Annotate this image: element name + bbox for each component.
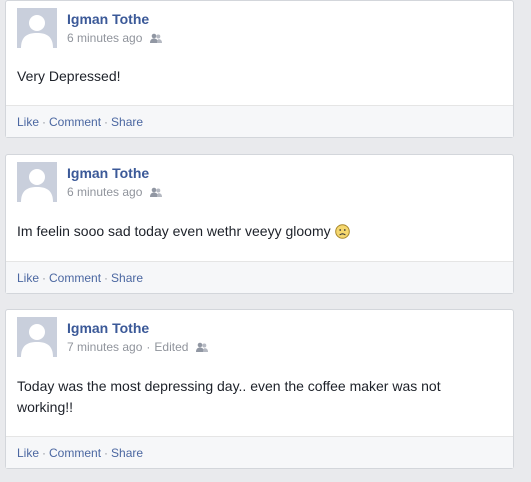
separator: · — [42, 270, 47, 285]
author-name[interactable]: Igman Tothe — [67, 320, 149, 336]
timestamp[interactable]: 6 minutes ago — [67, 31, 142, 45]
default-avatar-icon — [17, 162, 57, 202]
default-avatar-icon — [17, 8, 57, 48]
post-meta: 6 minutes ago — [67, 185, 163, 199]
post-actions: Like · Comment · Share — [6, 105, 513, 137]
timestamp[interactable]: 6 minutes ago — [67, 185, 142, 199]
post-meta: 6 minutes ago — [67, 31, 163, 45]
author-name[interactable]: Igman Tothe — [67, 11, 149, 27]
post-card: Igman Tothe 6 minutes ago Very Depressed… — [5, 0, 514, 138]
post-card: Igman Tothe 6 minutes ago Im feelin sooo… — [5, 154, 514, 294]
post-text-content: Very Depressed! — [17, 68, 121, 84]
like-link[interactable]: Like — [17, 446, 39, 460]
post-header: Igman Tothe 7 minutes ago · Edited — [6, 310, 513, 364]
post-actions: Like · Comment · Share — [6, 261, 513, 293]
friends-icon[interactable] — [150, 187, 163, 198]
like-link[interactable]: Like — [17, 271, 39, 285]
post-actions: Like · Comment · Share — [6, 436, 513, 468]
post-text-content: Im feelin sooo sad today even wethr veey… — [17, 223, 331, 239]
post-header: Igman Tothe 6 minutes ago — [6, 1, 513, 55]
share-link[interactable]: Share — [111, 115, 143, 129]
frown-emoticon-icon — [334, 224, 350, 239]
separator: · — [42, 114, 47, 129]
edited-label[interactable]: Edited — [154, 340, 188, 354]
comment-link[interactable]: Comment — [49, 271, 101, 285]
separator: · — [42, 445, 47, 460]
post-card: Igman Tothe 7 minutes ago · Edited Today… — [5, 309, 514, 469]
separator: · — [104, 114, 109, 129]
separator: · — [104, 445, 109, 460]
post-header: Igman Tothe 6 minutes ago — [6, 155, 513, 209]
share-link[interactable]: Share — [111, 271, 143, 285]
comment-link[interactable]: Comment — [49, 446, 101, 460]
friends-icon[interactable] — [150, 33, 163, 44]
default-avatar-icon — [17, 317, 57, 357]
post-text: Today was the most depressing day.. even… — [6, 376, 478, 418]
avatar[interactable] — [17, 317, 57, 357]
comment-link[interactable]: Comment — [49, 115, 101, 129]
timestamp[interactable]: 7 minutes ago — [67, 340, 142, 354]
separator: · — [104, 270, 109, 285]
like-link[interactable]: Like — [17, 115, 39, 129]
friends-icon[interactable] — [196, 342, 209, 353]
author-name[interactable]: Igman Tothe — [67, 165, 149, 181]
separator: · — [146, 340, 151, 354]
post-text: Im feelin sooo sad today even wethr veey… — [6, 221, 513, 242]
post-text-content: Today was the most depressing day.. even… — [17, 378, 441, 415]
avatar[interactable] — [17, 162, 57, 202]
post-text: Very Depressed! — [6, 66, 513, 87]
post-meta: 7 minutes ago · Edited — [67, 340, 209, 354]
share-link[interactable]: Share — [111, 446, 143, 460]
avatar[interactable] — [17, 8, 57, 48]
